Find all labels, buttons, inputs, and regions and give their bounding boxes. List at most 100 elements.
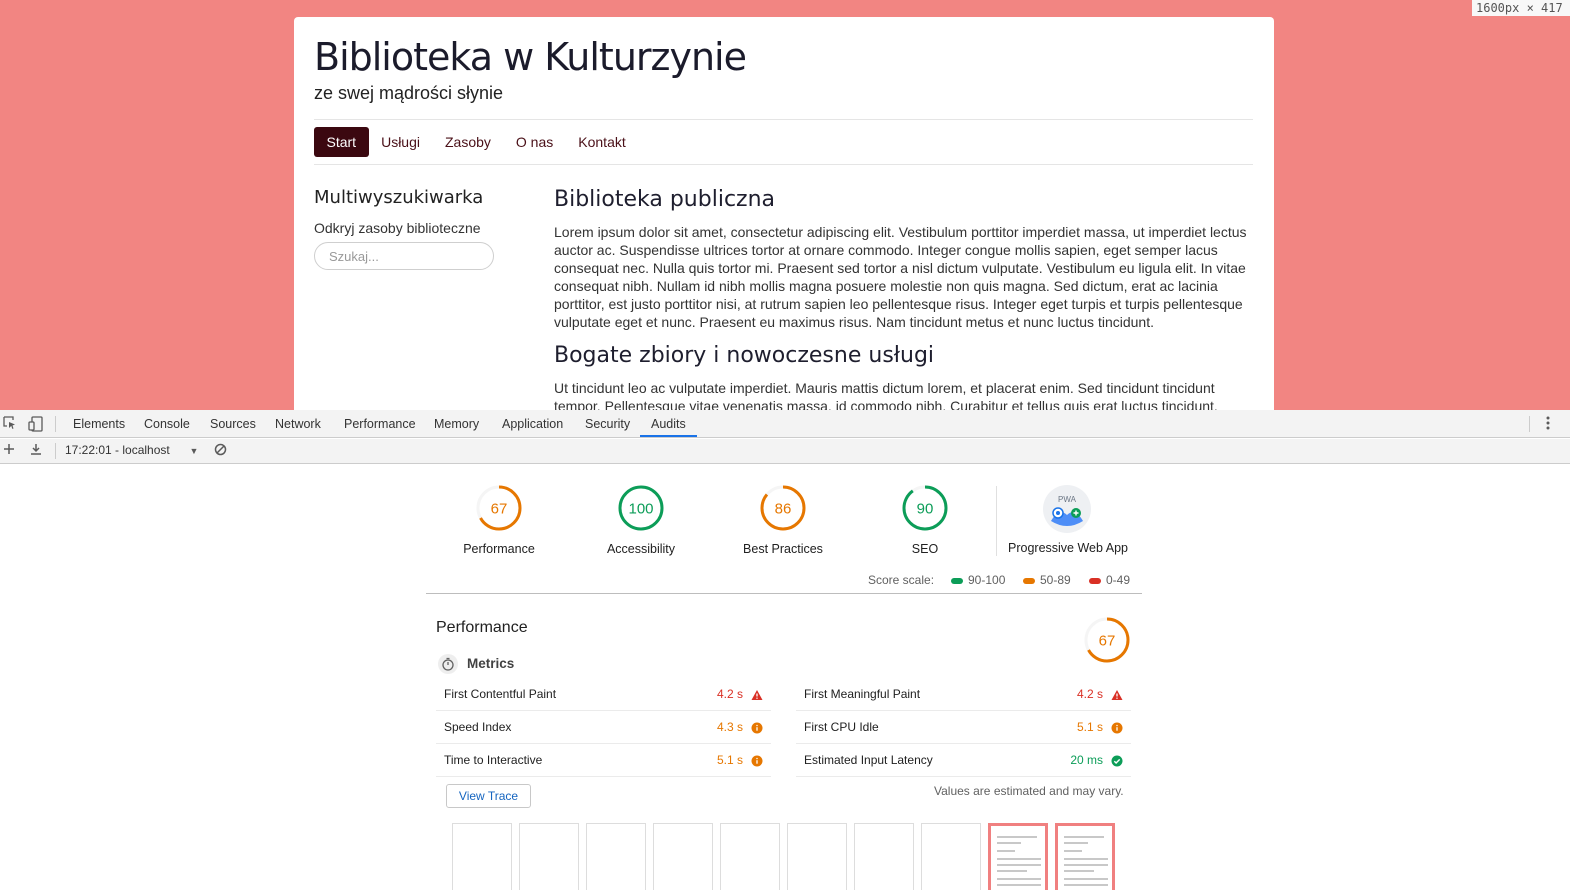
performance-gauge: 67 [476, 485, 522, 531]
category-label: SEO [911, 542, 939, 556]
svg-text:100: 100 [628, 501, 653, 518]
view-trace-button[interactable]: View Trace [446, 784, 531, 808]
category-performance[interactable]: 67 Performance [429, 484, 569, 556]
metric-value: 20 ms [1070, 753, 1103, 767]
metric-name: Estimated Input Latency [804, 753, 933, 767]
tab-memory[interactable]: Memory [434, 410, 479, 438]
filmstrip-frame [653, 823, 713, 890]
active-tab-indicator [640, 435, 697, 437]
svg-text:67: 67 [491, 501, 508, 518]
inspect-element-icon[interactable] [2, 416, 18, 432]
tab-network[interactable]: Network [275, 410, 321, 438]
scale-fail: 0-49 [1089, 573, 1130, 587]
average-info-icon [751, 721, 763, 734]
filmstrip-frame [720, 823, 780, 890]
filmstrip-frame [452, 823, 512, 890]
svg-text:67: 67 [1099, 633, 1116, 650]
filmstrip-frame [921, 823, 981, 890]
filmstrip-frame [787, 823, 847, 890]
site-nav: Start Usługi Zasoby O nas Kontakt [314, 127, 638, 157]
accessibility-gauge: 100 [618, 485, 664, 531]
nav-o-nas[interactable]: O nas [503, 127, 565, 157]
metric-value: 5.1 s [716, 753, 743, 767]
chevron-down-icon[interactable]: ▼ [186, 443, 202, 459]
download-report-icon[interactable] [28, 443, 44, 459]
site-subtitle: ze swej mądrości słynie [314, 83, 504, 103]
filmstrip-frame [854, 823, 914, 890]
pass-check-icon [1111, 754, 1123, 767]
devtools-tabbar: Elements Console Sources Network Perform… [0, 410, 1570, 438]
performance-section-gauge: 67 [1084, 617, 1130, 663]
article-heading-1: Biblioteka publiczna [554, 187, 776, 212]
metric-name: Time to Interactive [444, 753, 543, 767]
svg-text:90: 90 [917, 501, 934, 518]
estimate-note: Values are estimated and may vary. [934, 784, 1124, 798]
fail-triangle-icon [751, 688, 763, 700]
category-accessibility[interactable]: 100 Accessibility [571, 484, 711, 556]
toolbar-divider [55, 416, 56, 432]
filmstrip-frame [1055, 823, 1115, 890]
article-paragraph-1: Lorem ipsum dolor sit amet, consectetur … [554, 224, 1247, 330]
audits-toolbar: 17:22:01 - localhost ▼ [0, 439, 1570, 464]
metric-name: First Contentful Paint [444, 687, 557, 701]
stopwatch-icon [438, 654, 458, 674]
toolbar-divider [1529, 416, 1530, 432]
category-label: Performance [463, 542, 535, 556]
more-options-icon[interactable] [1540, 416, 1556, 432]
svg-text:86: 86 [775, 501, 792, 518]
tab-sources[interactable]: Sources [210, 410, 256, 438]
metric-row: First Contentful Paint 4.2 s [436, 678, 771, 711]
category-seo[interactable]: 90 SEO [855, 484, 995, 556]
filmstrip-frame [988, 823, 1048, 890]
pwa-label: Progressive Web App [1008, 541, 1128, 555]
performance-section-title: Performance [436, 619, 528, 636]
metric-row: First CPU Idle 5.1 s [796, 711, 1131, 744]
best-practices-gauge: 86 [760, 485, 806, 531]
metric-name: Speed Index [444, 720, 512, 734]
site-container: Biblioteka w Kulturzynie ze swej mądrośc… [294, 17, 1274, 410]
new-audit-icon[interactable] [1, 443, 17, 459]
metrics-title: Metrics [467, 656, 515, 671]
scale-pass: 90-100 [951, 573, 1005, 587]
metric-row: Speed Index 4.3 s [436, 711, 771, 744]
filmstrip-frame [519, 823, 579, 890]
metric-value: 4.2 s [1076, 687, 1103, 701]
clear-reports-icon[interactable] [212, 443, 228, 459]
toolbar-divider [55, 443, 56, 459]
sidebar-heading: Multiwyszukiwarka [314, 187, 484, 208]
metric-name: First CPU Idle [804, 720, 879, 734]
nav-divider [314, 164, 1253, 165]
nav-uslugi[interactable]: Usługi [369, 127, 433, 157]
nav-zasoby[interactable]: Zasoby [432, 127, 503, 157]
seo-gauge: 90 [902, 485, 948, 531]
article-heading-2: Bogate zbiory i nowoczesne usługi [554, 343, 935, 368]
nav-kontakt[interactable]: Kontakt [566, 127, 638, 157]
category-best-practices[interactable]: 86 Best Practices [713, 484, 853, 556]
nav-start[interactable]: Start [314, 127, 369, 157]
device-toolbar-icon[interactable] [28, 416, 44, 432]
tab-security[interactable]: Security [585, 410, 630, 438]
average-info-icon [751, 754, 763, 767]
report-select[interactable]: 17:22:01 - localhost [65, 443, 170, 457]
tab-performance[interactable]: Performance [344, 410, 416, 438]
search-input[interactable] [314, 242, 494, 270]
tab-application[interactable]: Application [502, 410, 563, 438]
site-title: Biblioteka w Kulturzynie [314, 35, 747, 79]
metric-row: Time to Interactive 5.1 s [436, 744, 771, 777]
gauge-divider [996, 486, 997, 556]
article-paragraph-2: Ut tincidunt leo ac vulputate imperdiet.… [554, 380, 1218, 410]
viewport-dimensions: 1600px × 417 [1472, 0, 1570, 16]
metric-value: 4.3 s [716, 720, 743, 734]
tab-console[interactable]: Console [144, 410, 190, 438]
header-divider [314, 119, 1253, 120]
score-scale-label: Score scale: [868, 573, 935, 587]
report-divider [426, 593, 1142, 594]
tab-elements[interactable]: Elements [73, 410, 125, 438]
tab-audits[interactable]: Audits [651, 410, 686, 438]
average-info-icon [1111, 721, 1123, 734]
filmstrip-frame [586, 823, 646, 890]
metric-name: First Meaningful Paint [804, 687, 921, 701]
page-viewport: 1600px × 417 Biblioteka w Kulturzynie ze… [0, 0, 1570, 410]
pwa-badge-icon[interactable]: PWA [1043, 485, 1091, 533]
fail-triangle-icon [1111, 688, 1123, 700]
